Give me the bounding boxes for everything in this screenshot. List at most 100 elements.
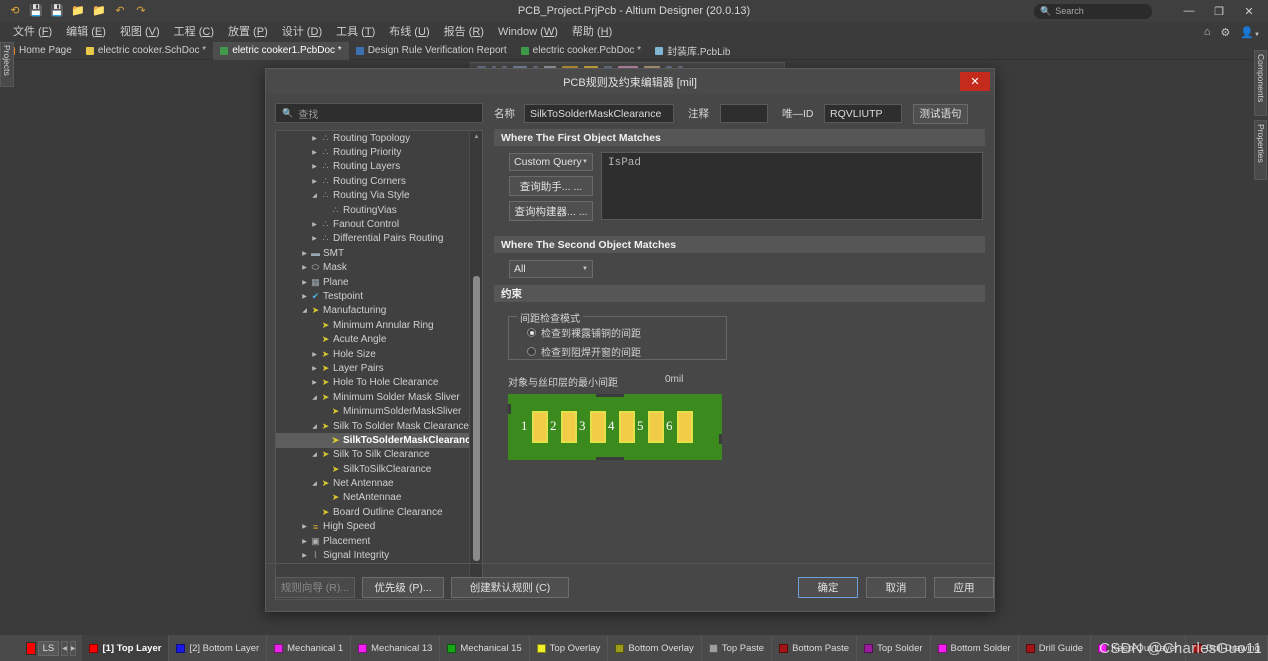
create-default-rules-button[interactable]: 创建默认规则 (C) [451,577,569,598]
tree-item[interactable]: ▶ ▬ SMT [276,246,469,260]
save-icon[interactable]: 💾 [29,4,43,18]
query-builder-button[interactable]: 查询构建器... ... [509,201,593,221]
chevron-down-icon[interactable]: ◢ [310,423,319,430]
chevron-right-icon[interactable]: ▶ [300,264,309,271]
close-button[interactable]: ✕ [1234,0,1264,22]
apply-button[interactable]: 应用 [934,577,994,598]
first-object-query-input[interactable]: IsPad [601,152,983,220]
tree-item[interactable]: ➤ SilkToSilkClearance [276,462,469,476]
tree-item[interactable]: ▶ ⬭ Mask [276,261,469,275]
document-tab[interactable]: Design Rule Verification Report [349,42,514,60]
chevron-right-icon[interactable]: ▶ [300,538,309,545]
chevron-right-icon[interactable]: ▶ [310,379,319,386]
redo-icon[interactable]: ↷ [134,4,148,18]
dialog-close-button[interactable]: ✕ [960,72,990,91]
logo-icon[interactable]: ⟲ [8,4,22,18]
chevron-right-icon[interactable]: ▶ [310,351,319,358]
tree-item[interactable]: ▶ ➤ Hole Size [276,347,469,361]
minimum-clearance-value[interactable]: 0mil [665,374,683,389]
rule-search-input[interactable]: 🔍 查找 [275,103,483,123]
layer-tab[interactable]: Mechanical 15 [440,634,530,661]
rule-wizard-button[interactable]: 规则向导 (R)... [275,577,355,598]
chevron-right-icon[interactable]: ▶ [310,135,319,142]
sidebar-item-properties[interactable]: Properties [1254,120,1267,180]
chevron-right-icon[interactable]: ▶ [310,178,319,185]
tree-item[interactable]: ▶ ∴ Fanout Control [276,217,469,231]
radio-option-solder-mask-opening[interactable]: 检查到阻焊开窗的间距 [527,344,726,359]
ok-button[interactable]: 确定 [798,577,858,598]
sidebar-item-components[interactable]: Components [1254,50,1267,116]
minimize-button[interactable]: — [1174,0,1204,22]
tree-item[interactable]: ➤ Acute Angle [276,332,469,346]
menu-route[interactable]: 布线 (U) [382,22,436,42]
tree-item[interactable]: ➤ MinimumSolderMaskSliver [276,404,469,418]
layer-set-color-swatch[interactable] [26,641,36,655]
chevron-down-icon[interactable]: ◢ [310,480,319,487]
layer-tab[interactable]: Keep-Out Layer [1091,634,1187,661]
layer-tab[interactable]: Bottom Solder [931,634,1019,661]
document-tab[interactable]: electric cooker.SchDoc * [79,42,213,60]
tree-item[interactable]: ∴ RoutingVias [276,203,469,217]
layer-tab[interactable]: Mechanical 1 [267,634,352,661]
menu-project[interactable]: 工程 (C) [167,22,221,42]
layer-tab[interactable]: Drill Drawing [1186,634,1268,661]
menu-view[interactable]: 视图 (V) [113,22,167,42]
tree-item[interactable]: ▶ ▣ Placement [276,534,469,548]
tree-item[interactable]: ▶ ➤ Hole To Hole Clearance [276,376,469,390]
menu-tools[interactable]: 工具 (T) [329,22,382,42]
first-object-scope-select[interactable]: Custom Query ▼ [509,153,593,171]
tree-item[interactable]: ➤ NetAntennae [276,491,469,505]
layer-tab[interactable]: Mechanical 13 [351,634,441,661]
layer-tab[interactable]: Top Overlay [530,634,609,661]
layer-tab[interactable]: Top Paste [702,634,773,661]
priority-button[interactable]: 优先级 (P)... [362,577,444,598]
document-tab[interactable]: 封装库.PcbLib [648,42,737,60]
comment-input[interactable] [720,104,768,123]
tree-item[interactable]: ▶ ➤ Layer Pairs [276,361,469,375]
scroll-up-icon[interactable]: ▲ [470,131,482,142]
tree-scrollbar[interactable]: ▲ ▼ [469,131,482,599]
chevron-right-icon[interactable]: ▶ [300,293,309,300]
rule-name-input[interactable]: SilkToSolderMaskClearance [524,104,674,123]
chevron-right-icon[interactable]: ▶ [310,235,319,242]
menu-file[interactable]: 文件 (F) [6,22,59,42]
chevron-down-icon[interactable]: ◢ [310,192,319,199]
chevron-right-icon[interactable]: ▶ [300,250,309,257]
tree-item[interactable]: ▶ ⌇ Signal Integrity [276,548,469,562]
layer-set-label[interactable]: LS [37,640,60,656]
save-all-icon[interactable]: 💾 [50,4,64,18]
chevron-right-icon[interactable]: ▶ [300,552,309,559]
layer-tab[interactable]: Drill Guide [1019,634,1092,661]
tree-item[interactable]: ▶ ∴ Routing Corners [276,174,469,188]
chevron-down-icon[interactable]: ◢ [300,307,309,314]
tree-item[interactable]: ◢ ➤ Silk To Solder Mask Clearance [276,419,469,433]
rules-tree[interactable]: ▶ ∴ Routing Topology ▶ ∴ Routing Priority ▶ ∴ Ro… [275,130,483,600]
tree-item[interactable]: ➤ Minimum Annular Ring [276,318,469,332]
undo-icon[interactable]: ↶ [113,4,127,18]
menu-window[interactable]: Window (W) [491,22,565,42]
tree-item[interactable]: ▶ ∴ Routing Topology [276,131,469,145]
tree-item[interactable]: ◢ ➤ Net Antennae [276,476,469,490]
account-icon[interactable]: 👤▼ [1240,26,1260,39]
tree-item[interactable]: ➤ SilkToSolderMaskClearance [276,433,476,448]
second-object-scope-select[interactable]: All ▼ [509,260,593,278]
document-tab[interactable]: eletric cooker1.PcbDoc * [213,41,349,60]
scrollbar-thumb[interactable] [473,276,480,561]
unique-id-input[interactable]: RQVLIUTP [824,104,902,123]
tree-item[interactable]: ◢ ➤ Manufacturing [276,304,469,318]
tree-item[interactable]: ▶ ∴ Routing Layers [276,160,469,174]
menu-design[interactable]: 设计 (D) [275,22,329,42]
cancel-button[interactable]: 取消 [866,577,926,598]
layer-tab[interactable]: [1] Top Layer [82,634,170,661]
chevron-right-icon[interactable]: ▶ [310,365,319,372]
menu-help[interactable]: 帮助 (H) [565,22,619,42]
query-helper-button[interactable]: 查询助手... ... [509,176,593,196]
tree-item[interactable]: ▶ ∴ Routing Priority [276,145,469,159]
chevron-right-icon[interactable]: ▶ [300,279,309,286]
layer-tab[interactable]: [2] Bottom Layer [169,634,268,661]
chevron-right-icon[interactable]: ▶ [310,149,319,156]
radio-option-exposed-copper[interactable]: 检查到裸露铺铜的间距 [527,325,726,340]
sidebar-item-projects[interactable]: Projects [0,42,14,87]
tree-item[interactable]: ◢ ➤ Silk To Silk Clearance [276,448,469,462]
chevron-down-icon[interactable]: ◢ [310,394,319,401]
